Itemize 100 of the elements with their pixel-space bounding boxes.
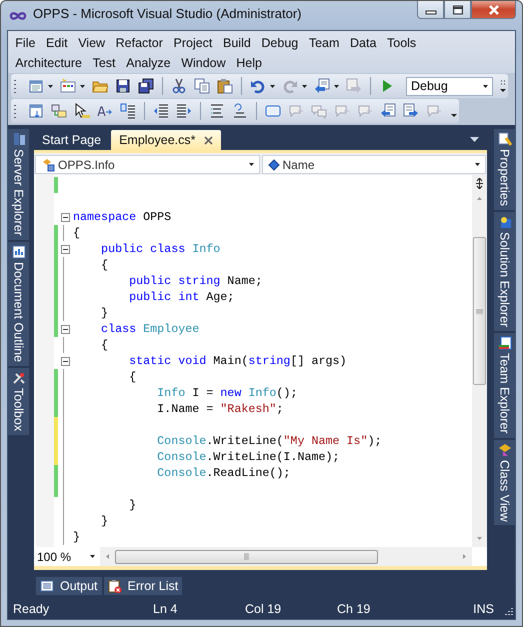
side-panel-tab[interactable]: Document Outline — [8, 242, 29, 366]
field-icon — [268, 158, 280, 170]
caret-icon[interactable] — [270, 84, 275, 88]
class-icon — [41, 158, 55, 172]
zoom-dropdown[interactable]: 100 % — [34, 547, 100, 566]
error-list-icon — [108, 579, 122, 593]
close-icon[interactable] — [204, 136, 213, 144]
vertical-scrollbar[interactable] — [472, 175, 487, 547]
caret-icon[interactable] — [334, 84, 339, 88]
fold-line — [63, 337, 64, 353]
column-number: Col 19 — [245, 602, 282, 616]
menu-item[interactable]: Help — [230, 56, 268, 70]
chart-icon — [12, 244, 26, 259]
undo-icon[interactable] — [250, 78, 266, 94]
outdent-icon[interactable] — [153, 103, 169, 119]
side-panel-tab[interactable]: Toolbox — [8, 368, 29, 435]
code-line: } — [100, 306, 108, 320]
document-forward-icon[interactable] — [403, 103, 419, 119]
uncomment-icon[interactable] — [232, 103, 248, 119]
side-panel-tab[interactable]: Solution Explorer — [494, 212, 515, 332]
panel-tab[interactable]: Error List — [104, 577, 182, 595]
code-line: class Employee — [100, 322, 200, 336]
collapse-icon[interactable] — [61, 212, 70, 222]
server-rack-icon — [12, 132, 26, 146]
collapse-icon[interactable] — [61, 324, 70, 334]
caret-icon[interactable] — [302, 84, 307, 88]
maximize-button[interactable] — [444, 1, 471, 19]
infinity-icon — [9, 10, 27, 20]
caret-icon[interactable] — [470, 137, 479, 142]
code-line: { — [128, 370, 136, 384]
side-panel-tab[interactable]: Properties — [494, 129, 515, 210]
scissors-icon[interactable] — [171, 78, 187, 94]
scroll-thumb[interactable] — [115, 550, 378, 564]
pointer-icon[interactable] — [74, 103, 90, 119]
window-title: OPPS - Microsoft Visual Studio (Administrator) — [33, 6, 302, 21]
resize-grip-icon[interactable] — [503, 607, 513, 617]
configuration-dropdown[interactable]: Debug — [406, 76, 493, 96]
code-line: } — [100, 514, 108, 528]
caret-icon[interactable] — [80, 84, 85, 88]
type-dropdown[interactable]: OPPS.Info — [35, 155, 260, 174]
new-project-icon[interactable] — [28, 78, 44, 94]
tools-icon — [12, 370, 26, 385]
clipboard-icon[interactable] — [217, 78, 233, 94]
properties-icon — [498, 132, 512, 146]
add-item-icon[interactable] — [60, 78, 76, 94]
menu-item[interactable]: Project — [168, 36, 218, 50]
code-line: static void Main(string[] args) — [128, 354, 347, 368]
properties-window-icon[interactable] — [28, 103, 44, 119]
code-line: namespace OPPS — [73, 210, 172, 224]
code-line: Console.ReadLine(); — [156, 466, 290, 480]
caret-icon[interactable] — [48, 84, 53, 88]
code-line: public string Name; — [128, 274, 262, 288]
panel-tab[interactable]: Output — [36, 577, 102, 595]
overflow-icon[interactable] — [500, 79, 506, 93]
code-line: { — [73, 226, 80, 240]
back-icon[interactable] — [314, 78, 330, 94]
save-icon[interactable] — [115, 78, 131, 94]
menu-item[interactable]: Debug — [256, 36, 304, 50]
member-dropdown[interactable]: Name — [262, 155, 486, 174]
side-panel-tab[interactable]: Team Explorer — [494, 333, 515, 438]
side-panel-tab[interactable]: Server Explorer — [8, 129, 29, 240]
linked-items-icon[interactable] — [51, 103, 67, 119]
copy-icon[interactable] — [194, 78, 210, 94]
close-button[interactable] — [471, 1, 516, 19]
minimize-button[interactable] — [417, 1, 444, 19]
line-number: Ln 4 — [153, 602, 178, 616]
menu-item[interactable]: Build — [218, 36, 256, 50]
document-tab[interactable]: Employee.cs* — [111, 130, 221, 150]
menu-item[interactable]: Analyze — [120, 56, 176, 70]
close-icon — [488, 4, 500, 14]
splitter-icon[interactable] — [475, 178, 484, 189]
code-line: } — [128, 498, 136, 512]
collapse-icon[interactable] — [61, 356, 70, 366]
menu-item[interactable]: Team — [304, 36, 345, 50]
comment-icon[interactable] — [209, 103, 225, 119]
menu-item[interactable]: Refactor — [110, 36, 168, 50]
code-line: Console.WriteLine("My Name Is"); — [156, 434, 382, 448]
menu-item[interactable]: Data — [344, 36, 382, 50]
menu-item[interactable]: Window — [176, 56, 231, 70]
collapse-icon[interactable] — [61, 244, 70, 254]
scrollbar-corner — [472, 547, 487, 566]
indent-icon[interactable] — [176, 103, 192, 119]
code-line: Console.WriteLine(I.Name); — [156, 450, 340, 464]
save-all-icon[interactable] — [138, 78, 154, 94]
menu-item[interactable]: Test — [87, 56, 121, 70]
class-view-icon — [498, 442, 512, 457]
code-line: { — [100, 258, 108, 272]
status-message: Ready — [13, 602, 50, 616]
document-tab[interactable]: Start Page — [34, 130, 110, 150]
side-panel-tab[interactable]: Class View — [494, 440, 515, 526]
menu-item[interactable]: Tools — [382, 36, 422, 50]
list-icon[interactable] — [120, 103, 136, 119]
rectangle-icon[interactable] — [265, 103, 281, 119]
menu-item[interactable]: Architecture — [10, 56, 88, 70]
document-back-icon[interactable] — [380, 103, 396, 119]
code-line: public int Age; — [128, 290, 234, 304]
menu-item[interactable]: Edit — [40, 36, 73, 50]
menu-item[interactable]: View — [72, 36, 110, 50]
scroll-thumb[interactable] — [473, 237, 486, 385]
menu-item[interactable]: File — [10, 36, 41, 50]
